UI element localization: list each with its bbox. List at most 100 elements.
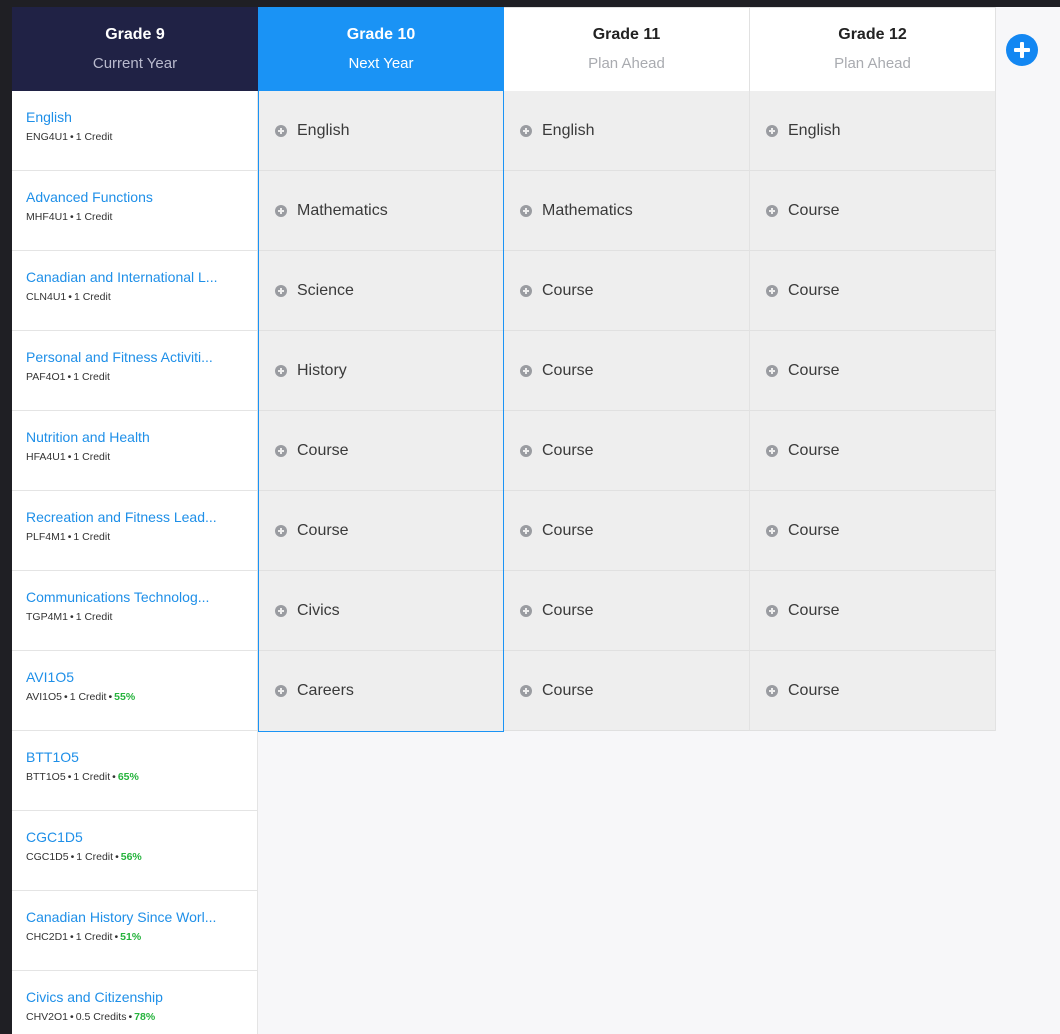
course-slot[interactable]: Course [750, 251, 995, 331]
course-card[interactable]: Communications Technolog... TGP4M1 • 1 Cred… [12, 571, 258, 651]
course-name-link[interactable]: Nutrition and Health [26, 429, 257, 446]
plus-circle-small-icon [766, 524, 778, 537]
course-code: CGC1D5 [26, 851, 69, 863]
course-card[interactable]: Canadian History Since Worl... CHC2D1 • 1 C… [12, 891, 258, 971]
course-name-link[interactable]: CGC1D5 [26, 829, 257, 846]
course-code: CHC2D1 [26, 931, 69, 943]
course-slot[interactable]: Mathematics [504, 171, 750, 251]
slot-label: Course [788, 361, 840, 379]
course-slot[interactable]: Careers [259, 651, 503, 731]
slot-label: Course [542, 521, 594, 539]
plus-circle-small-icon [275, 284, 287, 297]
course-name-link[interactable]: Canadian History Since Worl... [26, 909, 257, 926]
course-card[interactable]: Canadian and International L... CLN4U1 • 1 … [12, 251, 258, 331]
slot-label: Mathematics [297, 201, 388, 219]
course-name-link[interactable]: BTT1O5 [26, 749, 257, 766]
course-code: MHF4U1 [26, 211, 69, 223]
plus-circle-small-icon [766, 684, 778, 697]
separator-dot: • [64, 691, 68, 703]
course-card[interactable]: English ENG4U1 • 1 Credit [12, 91, 258, 171]
course-credit: 0.5 Credits [75, 1011, 127, 1023]
plus-circle-small-icon [766, 284, 778, 297]
course-grade: 55% [114, 691, 136, 703]
course-slot[interactable]: Course [504, 651, 750, 731]
plus-circle-small-icon [766, 604, 778, 617]
header-grade-11[interactable]: Grade 11 Plan Ahead [504, 7, 750, 91]
separator-dot: • [70, 131, 74, 143]
course-slot[interactable]: Course [259, 491, 503, 571]
course-slot[interactable]: Course [504, 491, 750, 571]
plus-circle-small-icon [520, 684, 532, 697]
slot-label: Course [788, 521, 840, 539]
course-slot[interactable]: Science [259, 251, 503, 331]
separator-dot: • [108, 691, 113, 703]
plus-circle-small-icon [275, 444, 287, 457]
course-credit: 1 Credit [75, 931, 113, 943]
course-card[interactable]: Personal and Fitness Activiti... PAF4O1 • 1… [12, 331, 258, 411]
header-grade-9[interactable]: Grade 9 Current Year [12, 7, 258, 91]
course-slot[interactable]: Course [750, 411, 995, 491]
course-meta: TGP4M1 • 1 Credit [26, 611, 257, 624]
slot-label: Science [297, 281, 354, 299]
course-card[interactable]: Recreation and Fitness Lead... PLF4M1 • 1 C… [12, 491, 258, 571]
separator-dot: • [114, 931, 119, 943]
course-slot[interactable]: Course [750, 651, 995, 731]
course-name-link[interactable]: Civics and Citizenship [26, 989, 257, 1006]
grade-title: Grade 12 [838, 26, 907, 43]
course-name-link[interactable]: Recreation and Fitness Lead... [26, 509, 257, 526]
course-grade: 56% [120, 851, 142, 863]
course-slot[interactable]: English [750, 91, 995, 171]
course-card[interactable]: CGC1D5 CGC1D5 • 1 Credit • 56% [12, 811, 258, 891]
course-name-link[interactable]: Personal and Fitness Activiti... [26, 349, 257, 366]
course-name-link[interactable]: Advanced Functions [26, 189, 257, 206]
plus-circle-small-icon [520, 444, 532, 457]
course-slot[interactable]: Course [750, 331, 995, 411]
course-slot[interactable]: Civics [259, 571, 503, 651]
course-card[interactable]: BTT1O5 BTT1O5 • 1 Credit • 65% [12, 731, 258, 811]
course-name-link[interactable]: AVI1O5 [26, 669, 257, 686]
course-slot[interactable]: Course [504, 331, 750, 411]
course-slot[interactable]: English [259, 91, 503, 171]
course-card[interactable]: Civics and Citizenship CHV2O1 • 0.5 Credits… [12, 971, 258, 1034]
plus-circle-small-icon [275, 364, 287, 377]
add-year-plus-icon[interactable] [1006, 34, 1038, 66]
course-name-link[interactable]: Communications Technolog... [26, 589, 257, 606]
slot-label: English [542, 121, 595, 139]
course-slot[interactable]: Course [259, 411, 503, 491]
separator-dot: • [70, 1011, 74, 1023]
course-card[interactable]: Advanced Functions MHF4U1 • 1 Credit [12, 171, 258, 251]
course-code: ENG4U1 [26, 131, 69, 143]
separator-dot: • [67, 531, 72, 543]
course-slot[interactable]: English [504, 91, 750, 171]
course-slot[interactable]: Course [750, 171, 995, 251]
course-credit: 1 Credit [73, 531, 111, 543]
plus-circle-small-icon [520, 284, 532, 297]
header-grade-12[interactable]: Grade 12 Plan Ahead [750, 7, 996, 91]
course-slot[interactable]: Course [504, 571, 750, 651]
header-grade-10[interactable]: Grade 10 Next Year [258, 7, 504, 91]
plus-circle-small-icon [275, 604, 287, 617]
course-name-link[interactable]: Canadian and International L... [26, 269, 257, 286]
course-slot[interactable]: Mathematics [259, 171, 503, 251]
course-card[interactable]: Nutrition and Health HFA4U1 • 1 Credit [12, 411, 258, 491]
slot-label: Course [788, 441, 840, 459]
course-slot[interactable]: Course [750, 491, 995, 571]
slot-label: Mathematics [542, 201, 633, 219]
grade-title: Grade 9 [105, 25, 165, 43]
separator-dot: • [70, 611, 74, 623]
course-slot[interactable]: History [259, 331, 503, 411]
course-meta: ENG4U1 • 1 Credit [26, 131, 257, 144]
grade-10-slots: English Mathematics Science History Course Co… [258, 91, 504, 732]
course-credit: 1 Credit [73, 371, 110, 383]
course-name-link[interactable]: English [26, 109, 257, 126]
course-slot[interactable]: Course [750, 571, 995, 651]
course-credit: 1 Credit [75, 131, 113, 143]
slot-label: Course [542, 361, 594, 379]
course-slot[interactable]: Course [504, 411, 750, 491]
grade-subtitle: Current Year [92, 54, 178, 72]
course-card[interactable]: AVI1O5 AVI1O5 • 1 Credit • 55% [12, 651, 258, 731]
course-credit: 1 Credit [73, 771, 111, 783]
grade-subtitle: Next Year [348, 54, 414, 72]
course-credit: 1 Credit [73, 451, 111, 463]
course-slot[interactable]: Course [504, 251, 750, 331]
